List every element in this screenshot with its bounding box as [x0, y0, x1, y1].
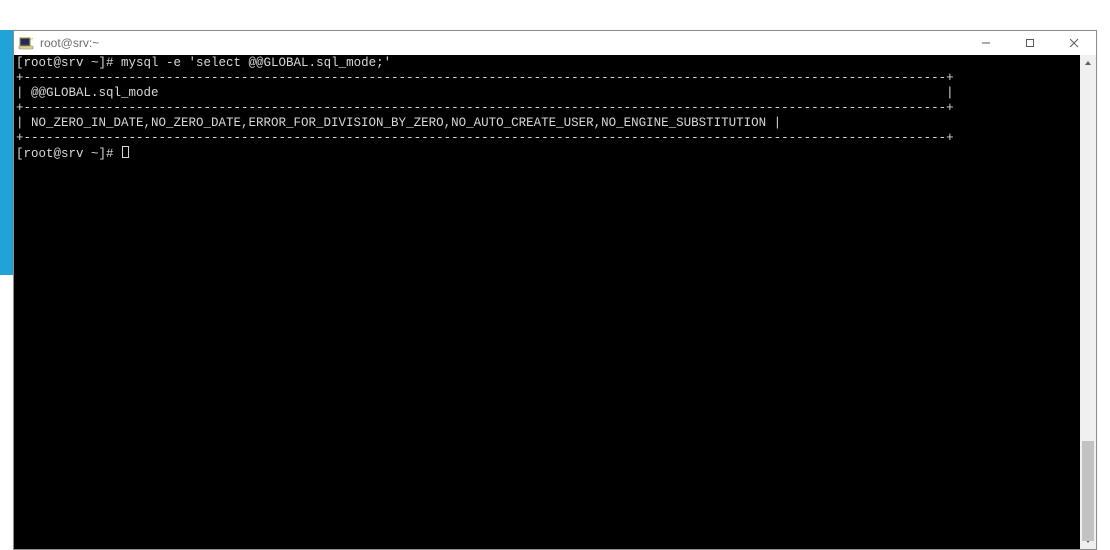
output-border: +---------------------------------------… — [16, 71, 1078, 86]
window-title: root@srv:~ — [38, 36, 964, 50]
minimize-button[interactable] — [964, 31, 1008, 55]
scroll-track[interactable] — [1080, 71, 1096, 533]
cursor-icon — [122, 146, 129, 158]
output-value: | NO_ZERO_IN_DATE,NO_ZERO_DATE,ERROR_FOR… — [16, 116, 1078, 131]
maximize-button[interactable] — [1008, 31, 1052, 55]
scroll-up-button[interactable] — [1080, 55, 1096, 71]
putty-window: root@srv:~ [root@srv ~]# mysql -e 'selec… — [13, 30, 1097, 550]
putty-icon — [14, 35, 38, 51]
window-controls — [964, 31, 1096, 55]
output-border: +---------------------------------------… — [16, 101, 1078, 116]
terminal-area: [root@srv ~]# mysql -e 'select @@GLOBAL.… — [14, 55, 1096, 549]
scroll-thumb[interactable] — [1082, 441, 1094, 541]
command-text: mysql -e 'select @@GLOBAL.sql_mode;' — [121, 56, 391, 70]
terminal[interactable]: [root@srv ~]# mysql -e 'select @@GLOBAL.… — [14, 55, 1080, 549]
prompt-text: [root@srv ~]# — [16, 56, 121, 70]
output-header: | @@GLOBAL.sql_mode | — [16, 86, 1078, 101]
page-background: root@srv:~ [root@srv ~]# mysql -e 'selec… — [0, 0, 1110, 550]
close-button[interactable] — [1052, 31, 1096, 55]
left-blue-strip — [0, 30, 13, 275]
vertical-scrollbar[interactable] — [1080, 55, 1096, 549]
titlebar[interactable]: root@srv:~ — [14, 31, 1096, 55]
prompt-text: [root@srv ~]# — [16, 147, 121, 161]
output-border: +---------------------------------------… — [16, 131, 1078, 146]
